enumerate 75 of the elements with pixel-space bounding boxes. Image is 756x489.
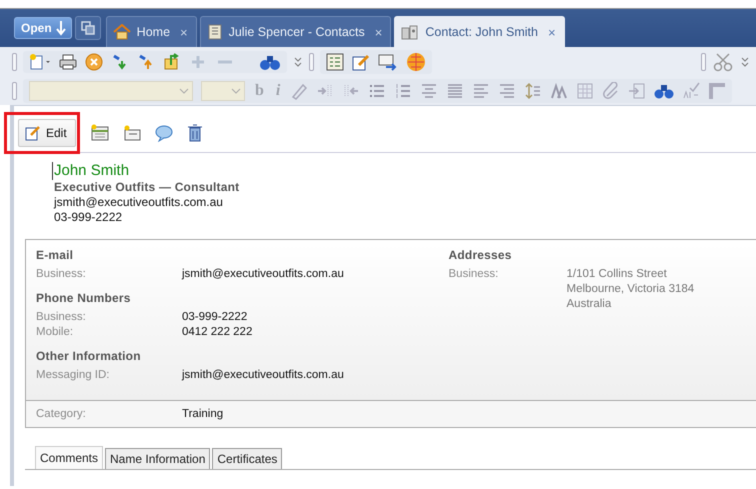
- export-icon[interactable]: [163, 53, 181, 71]
- send-icon[interactable]: [378, 53, 398, 71]
- tab[interactable]: Comments: [35, 446, 104, 469]
- contact-name: John Smith: [52, 162, 130, 180]
- address-line: Melbourne, Victoria 3184: [566, 282, 694, 297]
- font-dropdown[interactable]: [29, 81, 193, 101]
- tab[interactable]: Name Information: [105, 448, 210, 469]
- tab[interactable]: Certificates: [212, 448, 282, 469]
- contact-phone: 03-999-2222: [54, 210, 124, 225]
- binoculars-icon[interactable]: [259, 53, 281, 71]
- edit-button[interactable]: Edit: [18, 119, 76, 147]
- line-spacing-icon[interactable]: [524, 82, 542, 100]
- tab[interactable]: Julie Spencer - Contacts ×: [200, 16, 392, 47]
- address-line: 1/101 Collins Street: [566, 267, 668, 282]
- new-letter-icon[interactable]: [122, 124, 142, 142]
- toolbar-grip[interactable]: [12, 82, 17, 100]
- field-label: Business:: [36, 267, 87, 282]
- open-button[interactable]: Open: [14, 17, 72, 39]
- field-value: jsmith@executiveoutfits.com.au: [182, 267, 344, 282]
- font-style-icon[interactable]: [550, 82, 568, 100]
- address-line: Australia: [566, 297, 612, 312]
- globe-icon[interactable]: [406, 52, 426, 72]
- eraser-icon[interactable]: [290, 82, 308, 100]
- plus-icon[interactable]: [189, 53, 207, 71]
- field-label: Business:: [448, 267, 500, 282]
- justify-icon[interactable]: [446, 82, 464, 100]
- size-dropdown[interactable]: [201, 81, 245, 101]
- speech-bubble-icon[interactable]: [154, 124, 174, 142]
- pencil-icon: [25, 125, 41, 141]
- section-heading: E-mail: [36, 248, 74, 262]
- pencil-icon[interactable]: [352, 53, 370, 71]
- paperclip-icon[interactable]: [602, 82, 620, 100]
- section-heading: Phone Numbers: [36, 291, 132, 305]
- table-icon[interactable]: [576, 82, 594, 100]
- tab[interactable]: Home ×: [106, 16, 197, 47]
- field-value: Training: [182, 408, 224, 420]
- section-heading: Addresses: [448, 248, 513, 262]
- down-arrow-icon: [54, 20, 67, 36]
- field-label: Category:: [36, 408, 87, 420]
- form-icon[interactable]: [326, 53, 344, 71]
- house-icon: [112, 24, 131, 40]
- binoculars-icon[interactable]: [654, 82, 674, 100]
- field-value: jsmith@executiveoutfits.com.au: [182, 368, 344, 383]
- align-right-icon[interactable]: [498, 82, 516, 100]
- border-icon[interactable]: [708, 82, 726, 100]
- cancel-icon[interactable]: [85, 53, 103, 71]
- align-center-icon[interactable]: [420, 82, 438, 100]
- toolbar-grip[interactable]: [12, 53, 17, 71]
- contact-email: jsmith@executiveoutfits.com.au: [54, 195, 224, 210]
- new-item-icon[interactable]: [29, 53, 51, 71]
- field-label: Messaging ID:: [36, 368, 111, 383]
- section-heading: Other Information: [36, 349, 142, 363]
- chevron-icon[interactable]: [740, 56, 750, 68]
- toolbar-grip[interactable]: [309, 53, 314, 71]
- toolbar-grip[interactable]: [701, 53, 706, 71]
- new-note-icon[interactable]: [90, 124, 110, 142]
- address-book-icon: [206, 24, 223, 40]
- windows-icon: [80, 21, 95, 35]
- trash-icon[interactable]: [186, 124, 204, 142]
- contact-card-icon: [401, 24, 420, 40]
- scissors-icon[interactable]: [712, 52, 734, 72]
- numbered-list-icon[interactable]: [394, 82, 412, 100]
- field-label: Mobile:: [36, 325, 74, 340]
- bullet-list-icon[interactable]: [368, 82, 386, 100]
- chevron-icon[interactable]: [293, 56, 303, 68]
- company-role: Executive Outfits — Consultant: [54, 180, 240, 195]
- print-icon[interactable]: [59, 53, 77, 71]
- field-label: Business:: [36, 310, 87, 325]
- spell-check-icon[interactable]: [682, 82, 700, 100]
- insert-icon[interactable]: [628, 82, 646, 100]
- field-value: 03-999-2222: [182, 310, 248, 325]
- field-value: 0412 222 222: [182, 325, 252, 340]
- windows-button[interactable]: [74, 16, 101, 40]
- align-left-icon[interactable]: [472, 82, 490, 100]
- tab[interactable]: Contact: John Smith ×: [394, 16, 565, 47]
